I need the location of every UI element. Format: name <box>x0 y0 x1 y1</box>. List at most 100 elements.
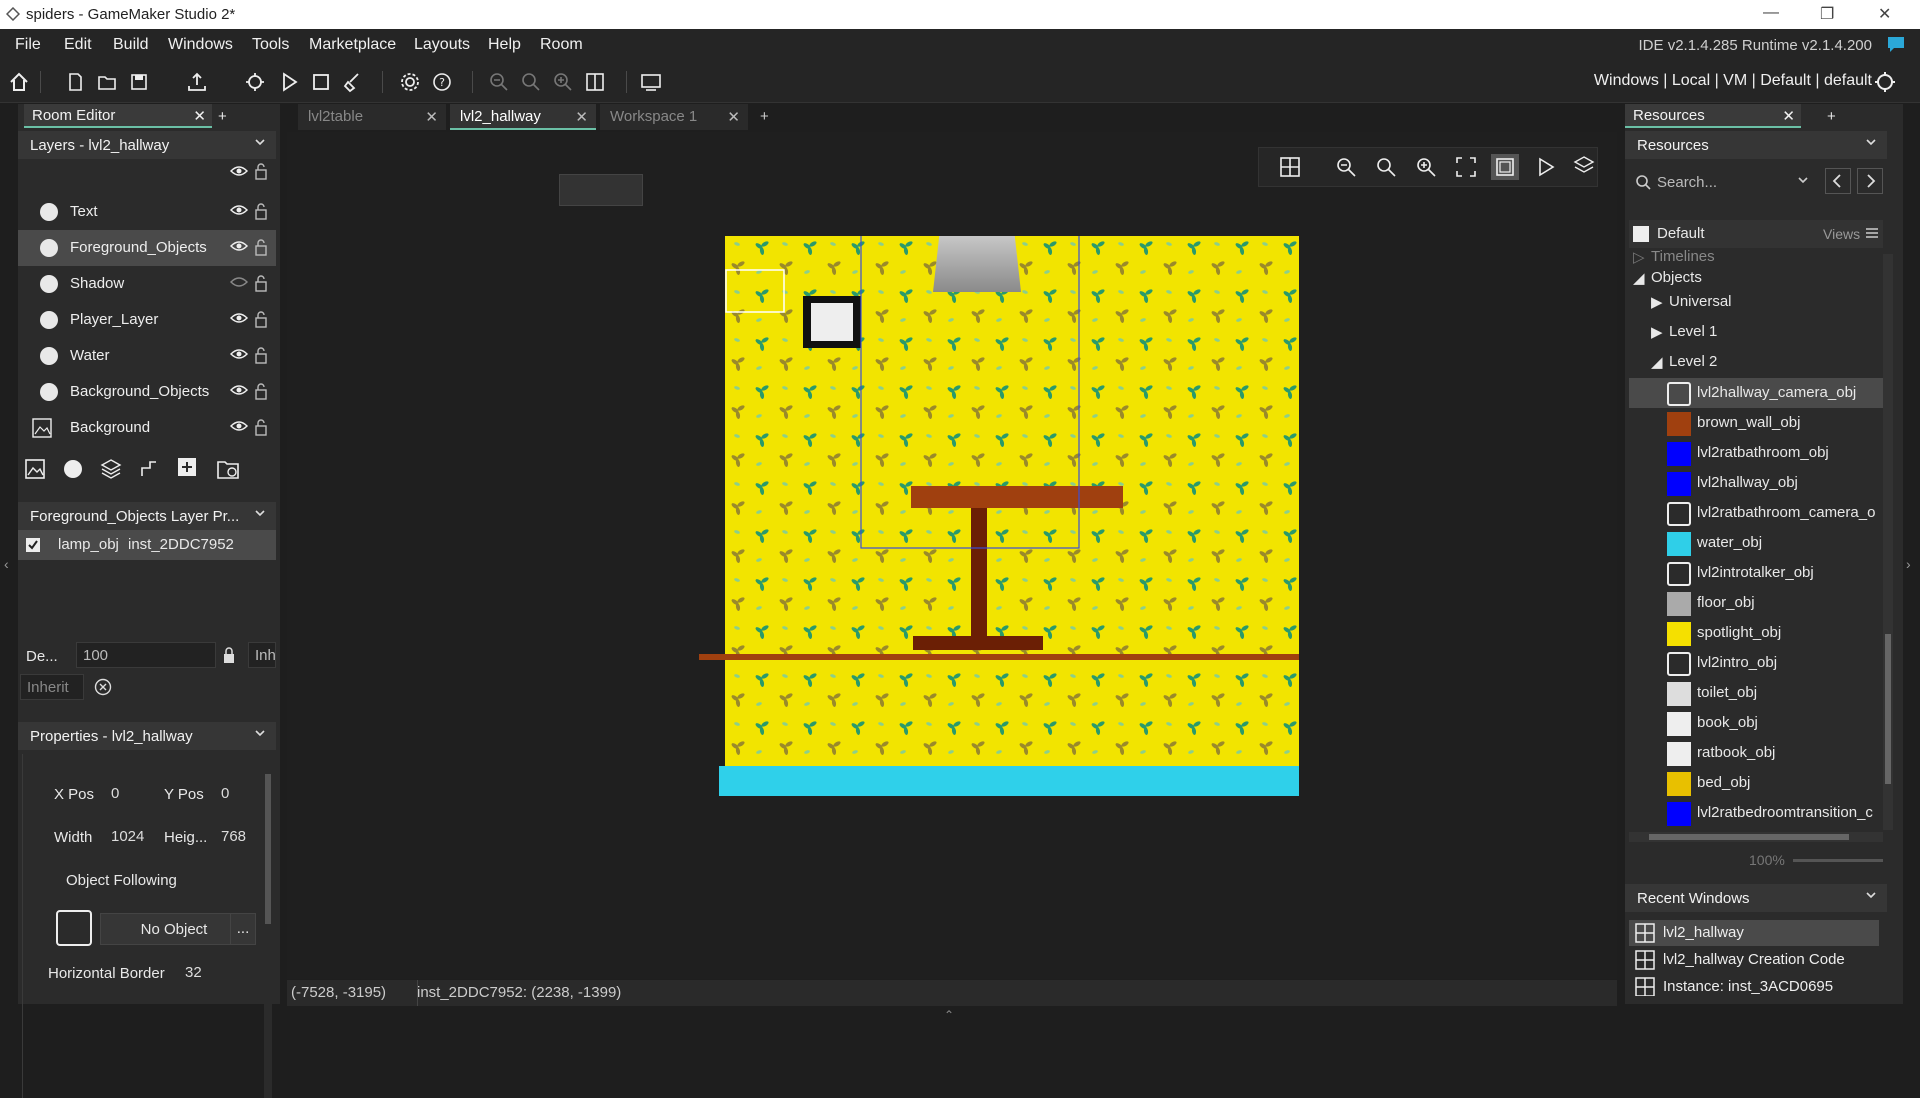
eye-icon[interactable] <box>230 240 248 252</box>
vertical-scrollbar[interactable] <box>1883 254 1893 830</box>
eye-icon[interactable] <box>230 276 248 288</box>
restore-icon[interactable]: ❐ <box>1820 4 1834 24</box>
menu-edit[interactable]: Edit <box>64 36 92 54</box>
target-selector[interactable]: Windows | Local | VM | Default | default <box>1594 72 1872 90</box>
eye-icon[interactable] <box>230 165 248 177</box>
object-item[interactable]: ratbook_obj <box>1629 738 1884 768</box>
tab-resources[interactable]: Resources ✕ <box>1625 104 1801 128</box>
chevron-down-icon[interactable] <box>254 507 266 519</box>
view-marker[interactable] <box>559 174 643 206</box>
object-item[interactable]: bed_obj <box>1629 768 1884 798</box>
object-item[interactable]: brown_wall_obj <box>1629 408 1884 438</box>
expand-icon[interactable]: ▶ <box>1651 293 1663 311</box>
menu-help[interactable]: Help <box>488 36 521 54</box>
object-item[interactable]: floor_obj <box>1629 588 1884 618</box>
zoom-out-icon[interactable] <box>486 69 512 95</box>
workspace-fit-icon[interactable] <box>582 69 608 95</box>
properties-header[interactable]: Properties - lvl2_hallway <box>18 722 276 750</box>
folder-universal[interactable]: Universal <box>1669 293 1732 310</box>
collapse-icon[interactable]: ◢ <box>1633 269 1645 287</box>
menu-build[interactable]: Build <box>113 36 149 54</box>
views-menu-icon[interactable] <box>1865 226 1879 240</box>
eye-icon[interactable] <box>230 312 248 324</box>
object-item[interactable]: water_obj <box>1629 528 1884 558</box>
clean-icon[interactable] <box>340 69 366 95</box>
horizontal-scrollbar[interactable] <box>1629 832 1883 842</box>
add-tab-icon[interactable]: + <box>218 108 227 125</box>
inherit-button[interactable]: Inherit <box>20 674 84 700</box>
lock-icon[interactable] <box>254 274 268 292</box>
lock-icon[interactable] <box>254 202 268 220</box>
scrollbar-thumb[interactable] <box>265 774 271 924</box>
chevron-down-icon[interactable] <box>1865 889 1877 901</box>
object-item[interactable]: lvl2ratbathroom_obj <box>1629 438 1884 468</box>
eye-icon[interactable] <box>230 204 248 216</box>
timelines-folder[interactable]: Timelines <box>1651 248 1715 265</box>
minimize-icon[interactable]: — <box>1763 4 1779 22</box>
close-tab-icon[interactable]: ✕ <box>193 107 206 125</box>
recent-windows-header[interactable]: Recent Windows <box>1625 884 1887 912</box>
lock-icon[interactable] <box>254 310 268 328</box>
play-room-icon[interactable] <box>1535 156 1557 178</box>
add-instance-layer-icon[interactable] <box>62 458 84 480</box>
depth-field[interactable]: 100 <box>76 642 216 668</box>
eye-icon[interactable] <box>230 384 248 396</box>
close-tab-icon[interactable]: ✕ <box>575 108 588 126</box>
add-asset-layer-icon[interactable] <box>176 456 198 478</box>
fit-to-screen-icon[interactable] <box>1455 156 1477 178</box>
home-icon[interactable] <box>6 69 32 95</box>
add-tab-icon[interactable]: + <box>760 108 769 125</box>
add-folder-icon[interactable] <box>216 458 240 480</box>
add-tile-layer-icon[interactable] <box>100 458 122 480</box>
object-item[interactable]: book_obj <box>1629 708 1884 738</box>
instance-row[interactable]: lamp_obj inst_2DDC7952 <box>18 530 276 560</box>
lock-icon[interactable] <box>254 418 268 436</box>
height-field[interactable]: 768 <box>214 823 264 849</box>
help-icon[interactable]: ? <box>429 69 455 95</box>
zoom-in-icon[interactable] <box>550 69 576 95</box>
object-item[interactable]: lvl2ratbathroom_camera_o <box>1629 498 1884 528</box>
chat-icon[interactable] <box>1886 34 1906 54</box>
layer-row[interactable]: Player_Layer <box>18 302 276 338</box>
folder-level-1[interactable]: Level 1 <box>1669 323 1717 340</box>
inherit-field[interactable]: Inh <box>248 642 276 668</box>
collapse-right-icon[interactable]: › <box>1906 556 1911 572</box>
settings-icon[interactable] <box>397 69 423 95</box>
chevron-down-icon[interactable] <box>1865 136 1877 148</box>
no-object-button[interactable]: No Object <box>100 913 248 945</box>
properties-scrollbar[interactable] <box>264 754 272 1098</box>
search-input[interactable]: Search... <box>1629 168 1797 196</box>
objects-folder[interactable]: Objects <box>1651 269 1702 286</box>
tab-lvl2-hallway[interactable]: lvl2_hallway ✕ <box>450 104 596 130</box>
tab-workspace-1[interactable]: Workspace 1 ✕ <box>600 104 748 130</box>
new-project-icon[interactable] <box>62 69 88 95</box>
save-icon[interactable] <box>126 69 152 95</box>
recent-window-item[interactable]: lvl2_hallway Creation Code <box>1629 947 1879 973</box>
target-settings-icon[interactable] <box>1874 71 1896 93</box>
close-icon[interactable]: ✕ <box>1878 4 1891 24</box>
ypos-field[interactable]: 0 <box>214 780 264 806</box>
menu-room[interactable]: Room <box>540 36 583 54</box>
lock-icon[interactable] <box>254 382 268 400</box>
scrollbar-thumb[interactable] <box>1649 834 1849 840</box>
object-item[interactable]: lvl2introtalker_obj <box>1629 558 1884 588</box>
scrollbar-thumb[interactable] <box>1885 634 1891 784</box>
tab-lvl2table[interactable]: lvl2table ✕ <box>298 104 446 130</box>
layer-row[interactable]: Foreground_Objects <box>18 230 276 266</box>
menu-tools[interactable]: Tools <box>252 36 289 54</box>
layer-row[interactable]: Shadow <box>18 266 276 302</box>
collapse-left-icon[interactable]: ‹ <box>4 556 9 572</box>
menu-layouts[interactable]: Layouts <box>414 36 470 54</box>
run-icon[interactable] <box>276 69 302 95</box>
zoom-in-icon[interactable] <box>1415 156 1437 178</box>
layer-row[interactable]: Background <box>18 410 276 446</box>
close-tab-icon[interactable]: ✕ <box>727 108 740 126</box>
room-view[interactable] <box>557 236 1299 978</box>
export-icon[interactable] <box>184 69 210 95</box>
xpos-field[interactable]: 0 <box>104 780 154 806</box>
zoom-out-icon[interactable] <box>1335 156 1357 178</box>
eye-icon[interactable] <box>230 420 248 432</box>
back-icon[interactable] <box>1825 168 1851 194</box>
horizontal-border-field[interactable]: 32 <box>178 959 218 985</box>
layer-row[interactable]: Background_Objects <box>18 374 276 410</box>
